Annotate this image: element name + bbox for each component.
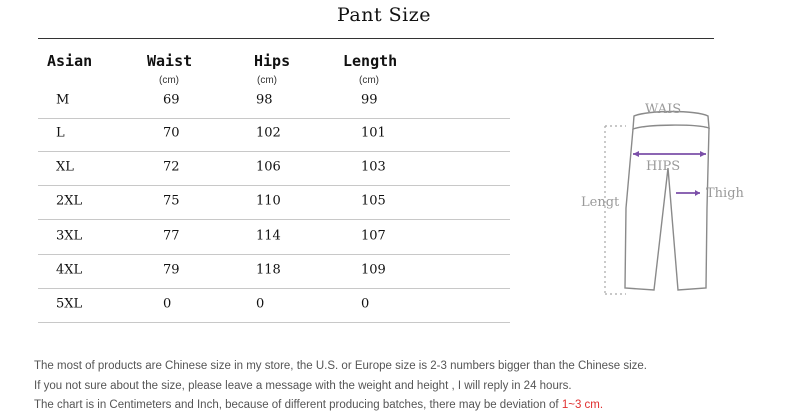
table-row: M 69 98 99 — [38, 82, 510, 119]
header-length: Length — [343, 52, 398, 70]
cell-waist: 69 — [163, 92, 180, 108]
cell-length: 0 — [361, 296, 370, 312]
note-line-3: The chart is in Centimeters and Inch, be… — [34, 399, 603, 411]
cell-hips: 98 — [256, 92, 273, 108]
cell-waist: 79 — [163, 262, 180, 278]
cell-waist: 77 — [163, 228, 180, 244]
cell-waist: 70 — [163, 125, 180, 141]
cell-size: L — [56, 125, 65, 141]
cell-size: XL — [56, 159, 74, 175]
cell-hips: 110 — [256, 193, 281, 209]
note-line-2: If you not sure about the size, please l… — [34, 380, 572, 392]
cell-size: 2XL — [56, 193, 83, 209]
pant-diagram: WAIS HIPS Lengt Thigh — [581, 102, 745, 295]
diagram-hips-label: HIPS — [646, 159, 680, 174]
cell-hips: 118 — [256, 262, 281, 278]
title-divider — [38, 38, 714, 39]
table-row: 3XL 77 114 107 — [38, 218, 510, 255]
table-row: L 70 102 101 — [38, 115, 510, 152]
cell-waist: 0 — [163, 296, 172, 312]
cell-length: 107 — [361, 228, 386, 244]
diagram-waist-label: WAIS — [645, 102, 681, 117]
header-waist: Waist — [147, 52, 193, 70]
header-hips: Hips — [254, 52, 291, 70]
cell-size: 3XL — [56, 228, 83, 244]
cell-size: M — [56, 92, 70, 108]
cell-hips: 102 — [256, 125, 281, 141]
table-row: 5XL 0 0 0 — [38, 286, 510, 323]
deviation-highlight: 1~3 cm. — [561, 399, 604, 411]
table-row: 4XL 79 118 109 — [38, 252, 510, 289]
cell-waist: 72 — [163, 159, 180, 175]
note-line-3-text: The chart is in Centimeters and Inch, be… — [34, 399, 562, 411]
cell-length: 101 — [361, 125, 386, 141]
table-row: XL 72 106 103 — [38, 149, 510, 186]
cell-size: 4XL — [56, 262, 83, 278]
page-title: Pant Size — [336, 4, 432, 26]
cell-length: 105 — [361, 193, 386, 209]
cell-hips: 0 — [256, 296, 265, 312]
diagram-length-label: Lengt — [581, 195, 620, 210]
note-line-1: The most of products are Chinese size in… — [34, 360, 647, 372]
cell-hips: 114 — [256, 228, 281, 244]
table-row: 2XL 75 110 105 — [38, 183, 510, 220]
cell-length: 103 — [361, 159, 386, 175]
cell-length: 99 — [361, 92, 378, 108]
header-size: Asian — [47, 52, 93, 70]
cell-length: 109 — [361, 262, 386, 278]
cell-waist: 75 — [163, 193, 180, 209]
diagram-thigh-label: Thigh — [706, 186, 745, 201]
cell-size: 5XL — [56, 296, 83, 312]
cell-hips: 106 — [256, 159, 281, 175]
